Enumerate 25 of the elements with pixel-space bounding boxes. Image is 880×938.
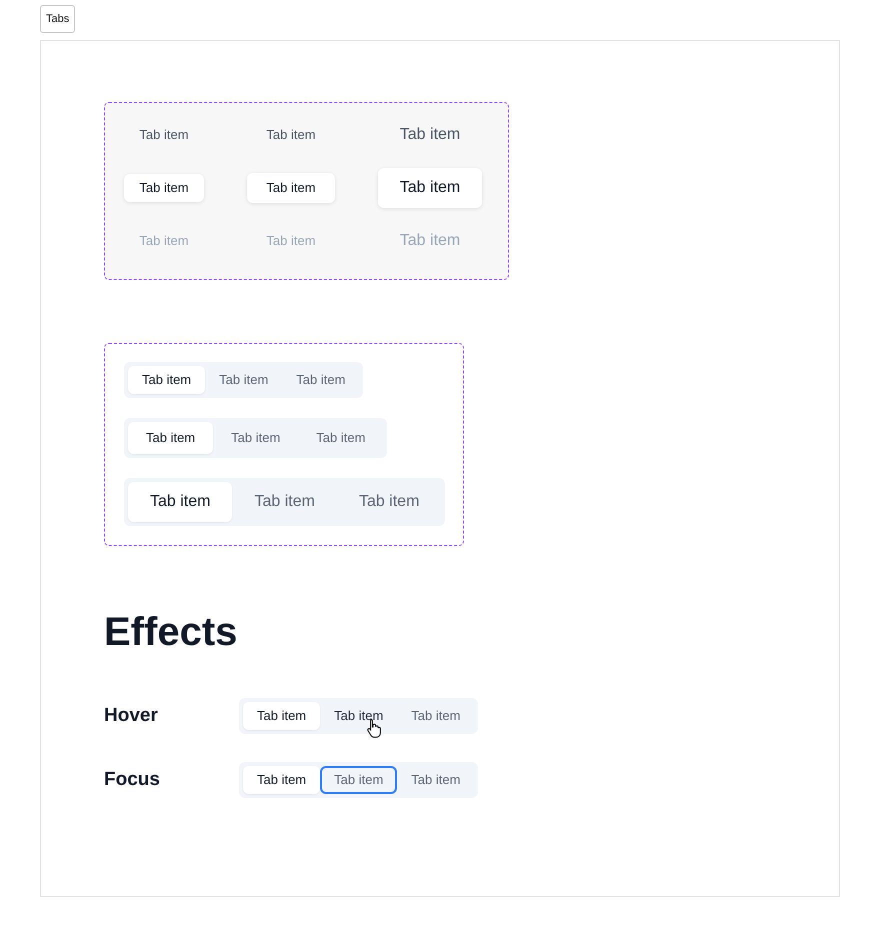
row-label: Focus [104,768,161,792]
tab[interactable]: Tab item [397,702,474,730]
tab[interactable]: Tab item [247,173,335,203]
tab[interactable]: Tab item [397,766,474,794]
tab[interactable]: Tab item [247,120,335,150]
tabs-button[interactable]: Tabs [40,5,76,33]
tab[interactable]: Tab item [320,766,398,794]
tab[interactable]: Tab item [336,482,442,522]
tab[interactable]: Tab item [124,121,204,149]
tab[interactable]: Tab item [243,766,320,794]
tab[interactable]: Tab item [282,366,360,394]
tab[interactable]: Tab item [243,702,320,730]
tab[interactable]: Tab item [124,174,204,202]
row-label: Hover [104,704,159,728]
tab[interactable]: Tab item [213,422,298,454]
tab[interactable]: Tab item [205,366,282,394]
tab[interactable]: Tab item [378,115,482,155]
section-heading: Effects [104,609,238,656]
tab[interactable]: Tab item [298,422,384,454]
tab[interactable]: Tab item [378,168,482,208]
tab[interactable]: Tab item [128,366,206,394]
tab[interactable]: Tab item [128,422,214,454]
tab[interactable]: Tab item [128,482,232,522]
tab[interactable]: Tab item [232,482,337,522]
tab[interactable]: Tab item [320,702,398,730]
